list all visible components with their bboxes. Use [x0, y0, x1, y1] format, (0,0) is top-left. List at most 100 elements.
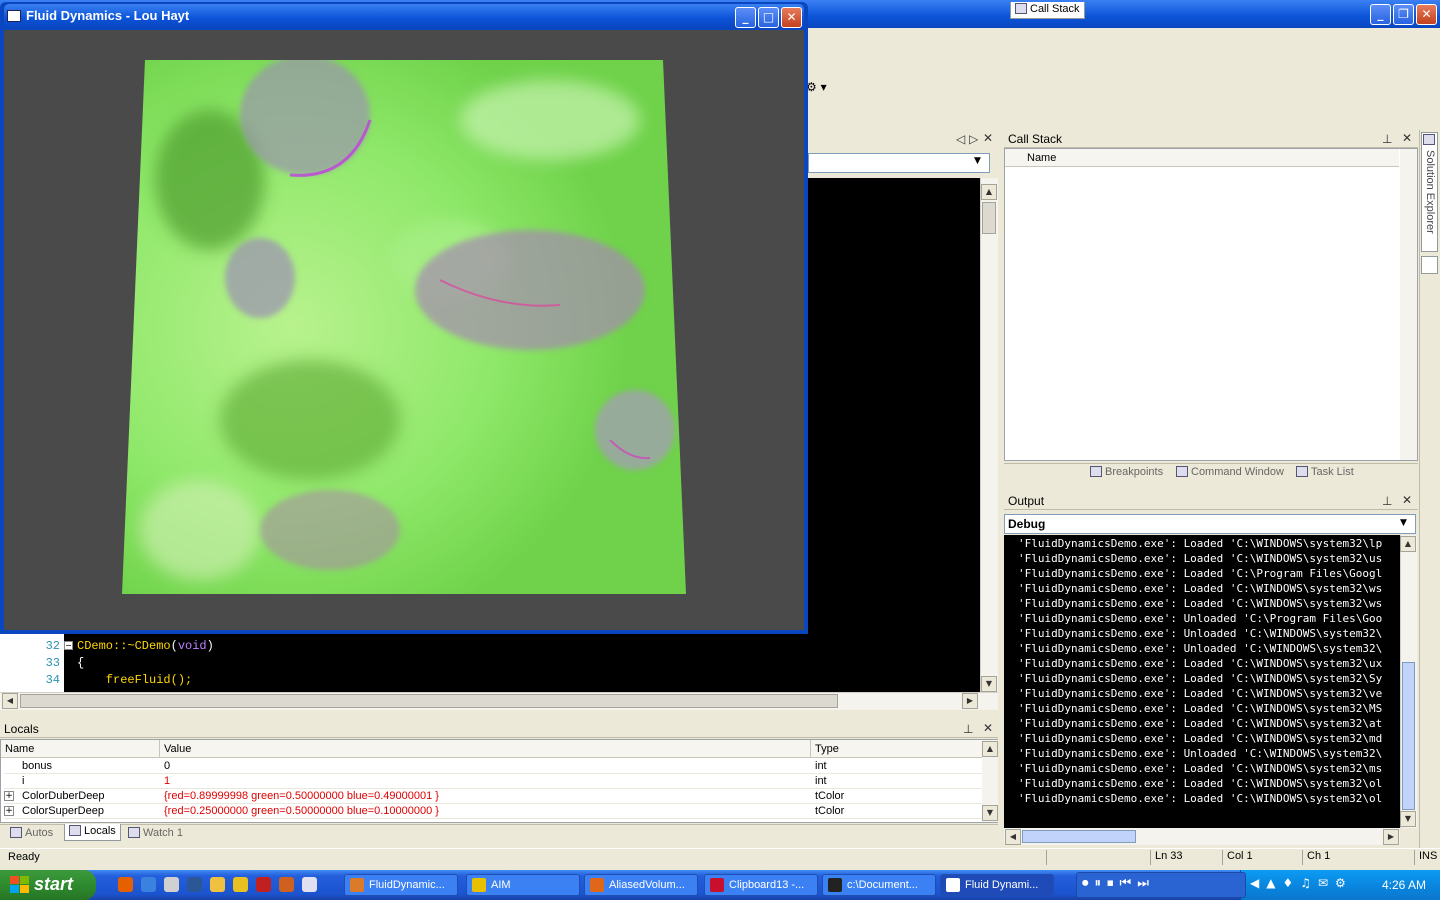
tab-watch-1[interactable]: Watch 1: [124, 826, 187, 843]
code-editor-background[interactable]: [808, 178, 980, 692]
ide-restore-button[interactable]: ❐: [1393, 4, 1414, 25]
gmail-icon[interactable]: [256, 877, 271, 892]
expand-icon[interactable]: +: [4, 791, 14, 801]
butterfly-icon[interactable]: [279, 877, 294, 892]
call-stack-scrollbar[interactable]: [1400, 149, 1417, 460]
tab-autos[interactable]: Autos: [6, 826, 57, 843]
app-window-icon[interactable]: [7, 10, 21, 22]
locals-row[interactable]: bonus 0 int: [4, 759, 982, 774]
local-name: ColorDuberDeep: [22, 790, 105, 802]
ide-minimize-button[interactable]: _: [1370, 4, 1391, 25]
taskbar-app-icon: [472, 878, 486, 892]
pin-icon[interactable]: ⊥: [963, 722, 973, 736]
code-line-33: {: [77, 656, 85, 670]
code-identifier: CDemo::~CDemo: [77, 639, 171, 653]
locals-column-header[interactable]: Name Value Type: [1, 740, 982, 758]
winamp-icon[interactable]: [233, 877, 248, 892]
pin-icon[interactable]: ⊥: [1382, 132, 1392, 146]
h-scroll-thumb[interactable]: [20, 694, 838, 708]
clock-app-icon[interactable]: [210, 877, 225, 892]
column-value[interactable]: Value: [164, 743, 191, 755]
column-divider[interactable]: [810, 740, 811, 758]
column-type[interactable]: Type: [815, 743, 839, 755]
solution-explorer-icon: [1423, 134, 1435, 145]
locals-header: Locals: [0, 720, 998, 738]
maximize-button[interactable]: □: [758, 7, 779, 28]
scroll-up-icon[interactable]: ▲: [981, 184, 997, 200]
output-h-scroll-thumb[interactable]: [1022, 830, 1136, 843]
output-title: Output: [1008, 494, 1045, 508]
fluid-simulation-render[interactable]: [120, 60, 688, 596]
scroll-left-icon[interactable]: ◀: [2, 693, 18, 709]
taskbar-button-label: FluidDynamic...: [369, 879, 445, 891]
local-value[interactable]: 1: [164, 775, 170, 787]
taskbar-button[interactable]: AIM: [466, 874, 580, 896]
minimize-button[interactable]: _: [735, 7, 756, 28]
scroll-left-icon[interactable]: ◀: [1005, 829, 1021, 845]
scroll-up-icon[interactable]: ▲: [1400, 536, 1416, 552]
firefox-icon[interactable]: [118, 877, 133, 892]
printer-icon[interactable]: [164, 877, 179, 892]
solution-explorer-label: Solution Explorer: [1424, 150, 1436, 234]
local-value[interactable]: 0: [164, 760, 170, 772]
taskbar-button[interactable]: AliasedVolum...: [584, 874, 698, 896]
local-value[interactable]: {red=0.25000000 green=0.50000000 blue=0.…: [164, 805, 439, 817]
tab-breakpoints[interactable]: Breakpoints: [1086, 465, 1167, 482]
tab-locals[interactable]: Locals: [64, 824, 121, 841]
scroll-down-icon[interactable]: ▼: [1400, 811, 1416, 827]
ide-toolbar: [808, 28, 1440, 128]
call-stack-column-header[interactable]: Name: [1005, 149, 1399, 167]
column-name[interactable]: Name: [5, 743, 34, 755]
word-icon[interactable]: [187, 877, 202, 892]
tab-scroll-left-icon[interactable]: ◁: [956, 132, 965, 146]
line-number: 34: [45, 673, 60, 687]
local-value[interactable]: {red=0.89999998 green=0.50000000 blue=0.…: [164, 790, 439, 802]
call-stack-list[interactable]: [1004, 148, 1418, 461]
tab-scroll-right-icon[interactable]: ▷: [969, 132, 978, 146]
ide-close-button[interactable]: ✕: [1416, 4, 1437, 25]
scroll-down-icon[interactable]: ▼: [982, 805, 998, 821]
pin-icon[interactable]: ⊥: [1382, 494, 1392, 508]
editor-close-icon[interactable]: ✕: [983, 131, 993, 145]
output-scroll-thumb[interactable]: [1402, 662, 1415, 810]
output-close-icon[interactable]: ✕: [1402, 493, 1412, 507]
class-view-tab[interactable]: [1421, 256, 1438, 274]
close-button[interactable]: ✕: [781, 7, 802, 28]
locals-row[interactable]: + ColorDuberDeep {red=0.89999998 green=0.5…: [4, 789, 982, 804]
scroll-down-icon[interactable]: ▼: [981, 676, 997, 692]
output-source-select[interactable]: Debug: [1004, 514, 1416, 534]
locals-close-icon[interactable]: ✕: [983, 721, 993, 735]
toolbar-dropdown-icon[interactable]: ⚙ ▾: [806, 80, 827, 94]
taskbar-button[interactable]: Fluid Dynami...: [940, 874, 1054, 896]
media-controls-icon[interactable]: ⏺⏸⏹⏮⏭: [1082, 876, 1155, 891]
taskbar-button[interactable]: FluidDynamic...: [344, 874, 458, 896]
call-stack-header: Call Stack: [1004, 130, 1418, 148]
chevron-down-icon[interactable]: ▼: [974, 156, 981, 166]
column-divider[interactable]: [159, 740, 160, 758]
media-icon[interactable]: [302, 877, 317, 892]
scroll-thumb[interactable]: [982, 202, 996, 234]
locals-row[interactable]: + ColorSuperDeep {red=0.25000000 green=0.5…: [4, 804, 982, 819]
locals-icon: [69, 825, 81, 836]
taskbar-button[interactable]: Clipboard13 -...: [704, 874, 818, 896]
taskbar-button[interactable]: c:\Document...: [822, 874, 936, 896]
scroll-up-icon[interactable]: ▲: [982, 741, 998, 757]
status-text: Ready: [8, 851, 40, 863]
scroll-right-icon[interactable]: ▶: [962, 693, 978, 709]
chevron-down-icon[interactable]: ▼: [1400, 518, 1407, 528]
local-name: bonus: [22, 760, 52, 772]
tab-call-stack[interactable]: Call Stack: [1010, 2, 1085, 19]
collapse-icon[interactable]: −: [64, 641, 73, 650]
locals-row[interactable]: i 1 int: [4, 774, 982, 789]
tab-task-list[interactable]: Task List: [1292, 465, 1358, 482]
editor-vertical-scrollbar[interactable]: [980, 178, 998, 692]
ie-icon[interactable]: [141, 877, 156, 892]
expand-icon[interactable]: +: [4, 806, 14, 816]
member-dropdown[interactable]: [808, 153, 990, 173]
code-paren: (: [170, 639, 178, 653]
output-line: 'FluidDynamicsDemo.exe': Loaded 'C:\WIND…: [1018, 792, 1383, 805]
scroll-right-icon[interactable]: ▶: [1383, 829, 1399, 845]
tab-command-window[interactable]: Command Window: [1172, 465, 1288, 482]
call-stack-close-icon[interactable]: ✕: [1402, 131, 1412, 145]
tray-icons[interactable]: ◀▲♦♫✉⚙: [1250, 876, 1353, 890]
